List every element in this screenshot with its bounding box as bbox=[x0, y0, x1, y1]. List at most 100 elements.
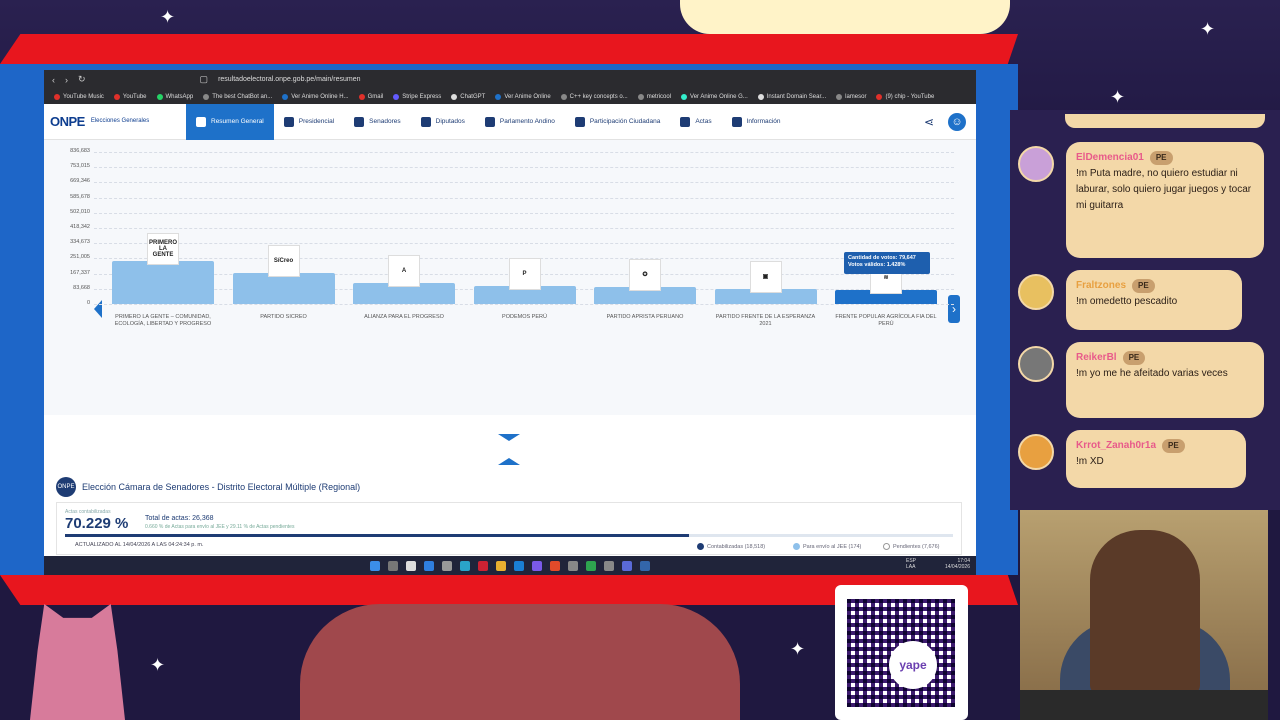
nav-item-diputados[interactable]: Diputados bbox=[411, 104, 475, 140]
chat-message-prev bbox=[1065, 114, 1265, 128]
nav-item-participaci-n-ciudadana[interactable]: Participación Ciudadana bbox=[565, 104, 670, 140]
bookmark-label: The best ChatBot an... bbox=[212, 93, 273, 100]
expand-chevron-icon[interactable] bbox=[498, 458, 520, 465]
search-icon[interactable] bbox=[388, 560, 398, 571]
bookmark-item[interactable]: Instant Domain Sear... bbox=[757, 93, 826, 100]
party-label: FRENTE POPULAR AGRÍCOLA FIA DEL PERÚ bbox=[835, 314, 937, 327]
bookmark-item[interactable]: Stripe Express bbox=[393, 93, 442, 100]
brave-icon[interactable] bbox=[550, 560, 560, 571]
nav-label: Presidencial bbox=[298, 118, 335, 125]
bookmark-favicon-icon bbox=[156, 93, 163, 100]
party-logo-icon: ✪ bbox=[629, 259, 661, 292]
legend-dot bbox=[697, 543, 704, 550]
nav-item-parlamento-andino[interactable]: Parlamento Andino bbox=[475, 104, 565, 140]
url-field[interactable]: resultadoelectoral.onpe.gob.pe/main/resu… bbox=[218, 76, 360, 83]
nav-item-actas[interactable]: Actas bbox=[670, 104, 721, 140]
accessibility-icon[interactable]: ☺ bbox=[948, 112, 966, 131]
bookmark-favicon-icon bbox=[54, 93, 60, 100]
party-logo-icon: ▣ bbox=[749, 260, 782, 293]
bookmark-favicon-icon bbox=[681, 93, 688, 100]
party-results-chart: › 836,683 753,015 669,346 585,678 502,010 418… bbox=[44, 140, 976, 441]
windows-start-icon[interactable] bbox=[370, 560, 380, 571]
bookmark-item[interactable]: The best ChatBot an... bbox=[203, 93, 273, 100]
chart-prev-arrow[interactable] bbox=[94, 300, 102, 318]
legend-jee: Para envío al JEE (174) bbox=[793, 543, 861, 550]
nav-icon bbox=[283, 116, 294, 127]
total-actas: Total de actas: 26,368 bbox=[145, 515, 214, 522]
overlay-character-image bbox=[300, 604, 740, 720]
nav-item-resumen-general[interactable]: Resumen General bbox=[186, 103, 274, 140]
bookmark-item[interactable]: (9) chip - YouTube bbox=[876, 93, 934, 100]
clock-date: 14/04/2026 bbox=[944, 564, 970, 570]
collapse-chevron-icon[interactable] bbox=[498, 434, 520, 441]
app-icon[interactable] bbox=[604, 560, 614, 571]
edge-icon[interactable] bbox=[460, 560, 470, 571]
legend-dot bbox=[793, 543, 800, 550]
bookmark-item[interactable]: lamesor bbox=[836, 93, 866, 100]
bookmark-icon[interactable]: ▢ bbox=[200, 74, 209, 85]
senate-title-text: Elección Cámara de Senadores - Distrito … bbox=[82, 482, 361, 492]
party-bar[interactable] bbox=[112, 261, 214, 304]
app-icon[interactable] bbox=[586, 560, 596, 571]
forward-icon[interactable]: › bbox=[65, 75, 68, 85]
bookmark-label: Stripe Express bbox=[402, 93, 442, 100]
y-tick-label: 502,010 bbox=[70, 208, 90, 215]
actas-progress-fill bbox=[65, 534, 689, 537]
nav-item-informaci-n[interactable]: Información bbox=[722, 104, 791, 140]
bookmark-item[interactable]: Gmail bbox=[358, 93, 384, 100]
onpe-seal-icon: ONPE bbox=[56, 477, 76, 497]
bookmark-label: Gmail bbox=[367, 93, 384, 100]
party-logo-icon: P bbox=[508, 258, 541, 291]
y-tick-label: 669,346 bbox=[70, 178, 90, 185]
app-icon[interactable] bbox=[640, 560, 650, 571]
bookmarks-bar: YouTube Music YouTube WhatsApp The best Cha… bbox=[44, 89, 976, 104]
y-tick-label: 585,678 bbox=[70, 193, 90, 200]
bookmark-label: YouTube bbox=[122, 93, 147, 100]
bookmark-item[interactable]: Ver Anime Online G... bbox=[681, 93, 748, 100]
nav-item-presidencial[interactable]: Presidencial bbox=[274, 104, 344, 140]
bookmark-item[interactable]: Ver Anime Online bbox=[495, 93, 551, 100]
bookmark-label: C++ key concepts o... bbox=[569, 93, 628, 100]
bookmark-item[interactable]: Ver Anime Online H... bbox=[282, 93, 349, 100]
discord-icon[interactable] bbox=[532, 560, 542, 571]
app-icon[interactable] bbox=[442, 560, 452, 571]
bookmark-item[interactable]: C++ key concepts o... bbox=[560, 93, 628, 100]
app-icon[interactable] bbox=[478, 560, 488, 571]
bookmark-favicon-icon bbox=[876, 93, 883, 100]
nav-label: Actas bbox=[695, 118, 712, 125]
share-icon[interactable]: ⋖ bbox=[924, 115, 934, 129]
chat-text: !m omedetto pescadito bbox=[1076, 296, 1178, 307]
star-icon: ✦ bbox=[1200, 19, 1216, 39]
app-icon[interactable] bbox=[622, 560, 632, 571]
bookmark-item[interactable]: YouTube Music bbox=[54, 93, 104, 100]
chart-next-arrow[interactable]: › bbox=[948, 295, 960, 323]
bookmark-favicon-icon bbox=[203, 93, 210, 100]
nav-label: Senadores bbox=[369, 118, 401, 125]
bookmark-favicon-icon bbox=[282, 93, 289, 100]
file-icon[interactable] bbox=[406, 560, 416, 571]
folder-icon[interactable] bbox=[496, 560, 506, 571]
bookmark-item[interactable]: metricool bbox=[637, 93, 671, 100]
nav-item-senadores[interactable]: Senadores bbox=[344, 104, 410, 140]
party-label: PRIMERO LA GENTE – COMUNIDAD, ECOLOGÍA, … bbox=[114, 314, 212, 327]
browser-window: ‹ › ↻ ▢ resultadoelectoral.onpe.gob.pe/m… bbox=[44, 70, 976, 575]
reload-icon[interactable]: ↻ bbox=[78, 74, 86, 85]
app-icon[interactable] bbox=[568, 560, 578, 571]
gridline bbox=[94, 182, 954, 184]
bookmark-item[interactable]: ChatGPT bbox=[451, 93, 485, 100]
bookmark-item[interactable]: WhatsApp bbox=[156, 93, 193, 100]
party-bar[interactable] bbox=[232, 272, 335, 304]
windows-taskbar: ESP LAA 17:04 14/04/2026 bbox=[44, 556, 976, 575]
app-icon[interactable] bbox=[424, 560, 434, 571]
keyboard-language[interactable]: ESP LAA bbox=[906, 558, 916, 570]
country-badge: PE bbox=[1149, 150, 1173, 166]
back-icon[interactable]: ‹ bbox=[52, 75, 55, 85]
pixel-cat-image bbox=[30, 604, 125, 720]
onpe-logo[interactable]: ONPE Elecciones Generales bbox=[44, 104, 186, 140]
vscode-icon[interactable] bbox=[514, 560, 524, 571]
main-nav: Resumen General Presidencial Senadores Dipu… bbox=[186, 103, 791, 140]
chat-text: !m yo me he afeitado varias veces bbox=[1076, 368, 1228, 379]
taskbar-clock[interactable]: 17:04 14/04/2026 bbox=[945, 558, 970, 570]
chat-author: ReikerBl PE bbox=[1076, 350, 1254, 366]
bookmark-item[interactable]: YouTube bbox=[113, 93, 147, 100]
